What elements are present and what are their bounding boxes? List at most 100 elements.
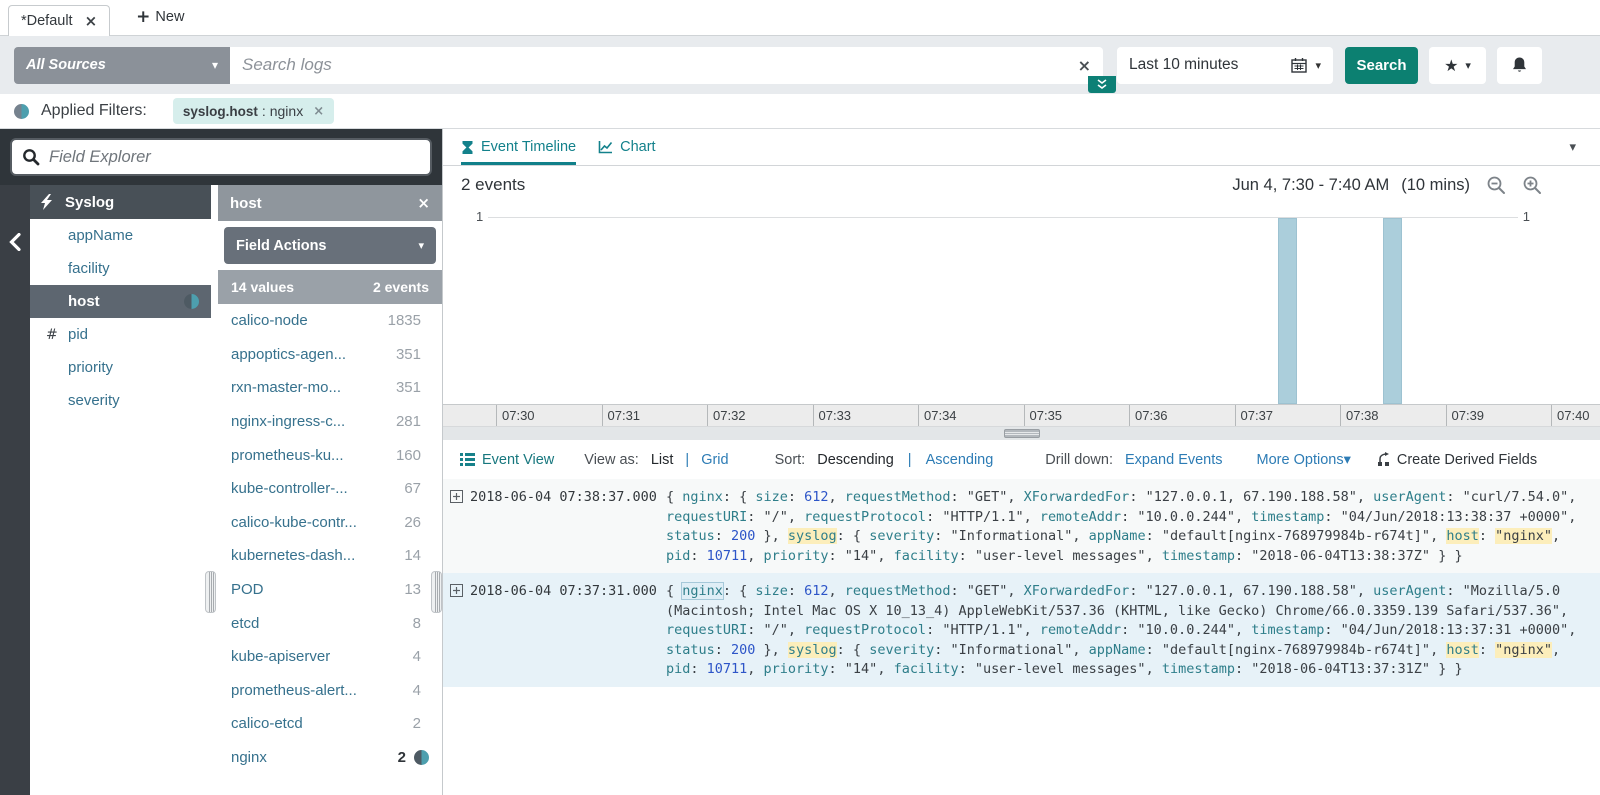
field-toggle-icon[interactable] bbox=[414, 750, 429, 765]
event-json-line: (Macintosh; Intel Mac OS X 10_13_4) Appl… bbox=[666, 602, 1576, 622]
field-item-facility[interactable]: facility bbox=[30, 252, 211, 285]
value-item-prometheus-alert[interactable]: prometheus-alert...4 bbox=[218, 674, 442, 708]
axis-tick-0731: 07:31 bbox=[602, 405, 641, 426]
search-button[interactable]: Search bbox=[1345, 47, 1418, 84]
value-item-POD[interactable]: POD13 bbox=[218, 573, 442, 607]
field-item-appName[interactable]: appName bbox=[30, 219, 211, 252]
tab-close-icon[interactable]: × bbox=[85, 12, 98, 30]
value-item-etcd[interactable]: etcd8 bbox=[218, 606, 442, 640]
value-count: 351 bbox=[396, 346, 421, 363]
value-item-appoptics-agen[interactable]: appoptics-agen...351 bbox=[218, 338, 442, 372]
view-as-grid[interactable]: Grid bbox=[701, 452, 728, 468]
chevron-down-icon: ▾ bbox=[418, 239, 424, 252]
field-item-pid[interactable]: #pid bbox=[30, 318, 211, 351]
search-input[interactable] bbox=[242, 55, 1078, 75]
value-name: kube-controller-... bbox=[231, 480, 404, 497]
view-as-label: View as: bbox=[584, 452, 639, 468]
field-list: appNamefacilityhost#pidpriorityseverity bbox=[30, 219, 211, 417]
value-count: 160 bbox=[396, 447, 421, 464]
field-values-close-icon[interactable]: × bbox=[417, 194, 430, 212]
field-values-title: host bbox=[230, 195, 262, 212]
search-icon bbox=[22, 148, 40, 166]
expand-event-icon[interactable] bbox=[450, 584, 463, 597]
new-tab-button[interactable]: + New bbox=[136, 7, 184, 27]
value-item-prometheus-ku[interactable]: prometheus-ku...160 bbox=[218, 438, 442, 472]
field-list-column: Syslog appNamefacilityhost#pidpriorityse… bbox=[30, 185, 211, 795]
value-item-calico-kube-contr[interactable]: calico-kube-contr...26 bbox=[218, 506, 442, 540]
value-count: 1835 bbox=[388, 312, 421, 329]
value-item-kube-apiserver[interactable]: kube-apiserver4 bbox=[218, 640, 442, 674]
create-derived-fields-button[interactable]: Create Derived Fields bbox=[1377, 452, 1537, 468]
time-range-picker[interactable]: Last 10 minutes ▾ bbox=[1117, 47, 1333, 84]
value-item-nginx-ingress-c[interactable]: nginx-ingress-c...281 bbox=[218, 405, 442, 439]
axis-tick-0739: 07:39 bbox=[1446, 405, 1485, 426]
view-as-list[interactable]: List bbox=[651, 452, 674, 468]
value-item-kubernetes-dash[interactable]: kubernetes-dash...14 bbox=[218, 539, 442, 573]
expand-search-button[interactable] bbox=[1088, 76, 1116, 93]
panel-resize-handle[interactable] bbox=[431, 571, 442, 613]
field-name: pid bbox=[68, 326, 199, 343]
value-item-rxn-master-mo[interactable]: rxn-master-mo...351 bbox=[218, 371, 442, 405]
value-item-nginx[interactable]: nginx2 bbox=[218, 741, 442, 775]
sort-descending[interactable]: Descending bbox=[817, 452, 894, 468]
expand-events-link[interactable]: Expand Events bbox=[1125, 452, 1223, 468]
double-chevron-down-icon bbox=[1096, 79, 1108, 90]
value-count: 13 bbox=[404, 581, 421, 598]
syslog-group-header[interactable]: Syslog bbox=[30, 185, 211, 219]
zoom-out-icon bbox=[1486, 175, 1506, 195]
collapse-strip bbox=[0, 185, 30, 795]
field-explorer-body: Syslog appNamefacilityhost#pidpriorityse… bbox=[0, 185, 442, 795]
event-timestamp: 2018-06-04 07:37:31.000 bbox=[470, 582, 657, 602]
list-view-icon bbox=[460, 453, 475, 466]
sources-dropdown[interactable]: All Sources ▾ bbox=[14, 47, 230, 84]
column-resize-handle[interactable] bbox=[205, 571, 216, 613]
tab-default[interactable]: *Default × bbox=[8, 5, 110, 36]
value-item-calico-etcd[interactable]: calico-etcd2 bbox=[218, 707, 442, 741]
timeline-scroll-strip bbox=[443, 427, 1600, 440]
collapse-panel-icon[interactable] bbox=[9, 233, 21, 251]
field-item-severity[interactable]: severity bbox=[30, 384, 211, 417]
expand-event-icon[interactable] bbox=[450, 490, 463, 503]
y-axis-max-left: 1 bbox=[476, 209, 483, 224]
time-range-text: Jun 4, 7:30 - 7:40 AM bbox=[1232, 176, 1389, 195]
event-json-line: { nginx: { size: 612, requestMethod: "GE… bbox=[666, 582, 1576, 602]
more-options-dropdown[interactable]: More Options▾ bbox=[1257, 452, 1351, 468]
gridline bbox=[488, 217, 1518, 218]
field-explorer-input[interactable] bbox=[49, 148, 420, 167]
search-clear-icon[interactable]: × bbox=[1078, 56, 1091, 75]
results-panel: Event Timeline Chart ▾ 2 events Jun 4, 7… bbox=[443, 129, 1600, 795]
separator: | bbox=[908, 452, 912, 468]
zoom-out-button[interactable] bbox=[1486, 175, 1506, 195]
tab-chart[interactable]: Chart bbox=[598, 129, 655, 165]
event-row-1[interactable]: 2018-06-04 07:37:31.000 { nginx: { size: … bbox=[443, 573, 1600, 687]
timeline-bar-073830[interactable] bbox=[1383, 218, 1402, 404]
tab-event-timeline[interactable]: Event Timeline bbox=[461, 129, 576, 165]
value-item-calico-node[interactable]: calico-node1835 bbox=[218, 304, 442, 338]
value-item-kube-controller-[interactable]: kube-controller-...67 bbox=[218, 472, 442, 506]
numeric-field-icon: # bbox=[46, 327, 68, 343]
field-actions-dropdown[interactable]: Field Actions ▾ bbox=[224, 227, 436, 264]
filter-chip-field: syslog.host bbox=[183, 104, 258, 119]
collapse-chart-icon[interactable]: ▾ bbox=[1569, 140, 1576, 155]
syslog-icon bbox=[40, 194, 55, 210]
chart-tabs: Event Timeline Chart ▾ bbox=[443, 129, 1600, 166]
timeline-scroll-handle[interactable] bbox=[1004, 429, 1040, 438]
axis-tick-0737: 07:37 bbox=[1235, 405, 1274, 426]
sort-ascending[interactable]: Ascending bbox=[926, 452, 994, 468]
alerts-button[interactable] bbox=[1497, 47, 1542, 84]
filter-chip-close-icon[interactable]: × bbox=[313, 104, 324, 119]
zoom-in-button[interactable] bbox=[1522, 175, 1542, 195]
filter-chip[interactable]: syslog.host : nginx × bbox=[173, 98, 334, 124]
favorites-dropdown-button[interactable]: ★ ▾ bbox=[1429, 47, 1486, 84]
filter-chip-value: nginx bbox=[270, 103, 303, 119]
value-name: rxn-master-mo... bbox=[231, 379, 396, 396]
field-item-priority[interactable]: priority bbox=[30, 351, 211, 384]
event-row-0[interactable]: 2018-06-04 07:38:37.000{ nginx: { size: … bbox=[443, 479, 1600, 573]
field-toggle-icon[interactable] bbox=[184, 294, 199, 309]
value-count: 67 bbox=[404, 480, 421, 497]
field-item-host[interactable]: host bbox=[30, 285, 211, 318]
timeline-bar-073730[interactable] bbox=[1278, 218, 1297, 404]
timeline-plot[interactable]: 1 1 bbox=[443, 204, 1600, 404]
field-name: appName bbox=[68, 227, 199, 244]
star-icon: ★ bbox=[1444, 56, 1458, 75]
